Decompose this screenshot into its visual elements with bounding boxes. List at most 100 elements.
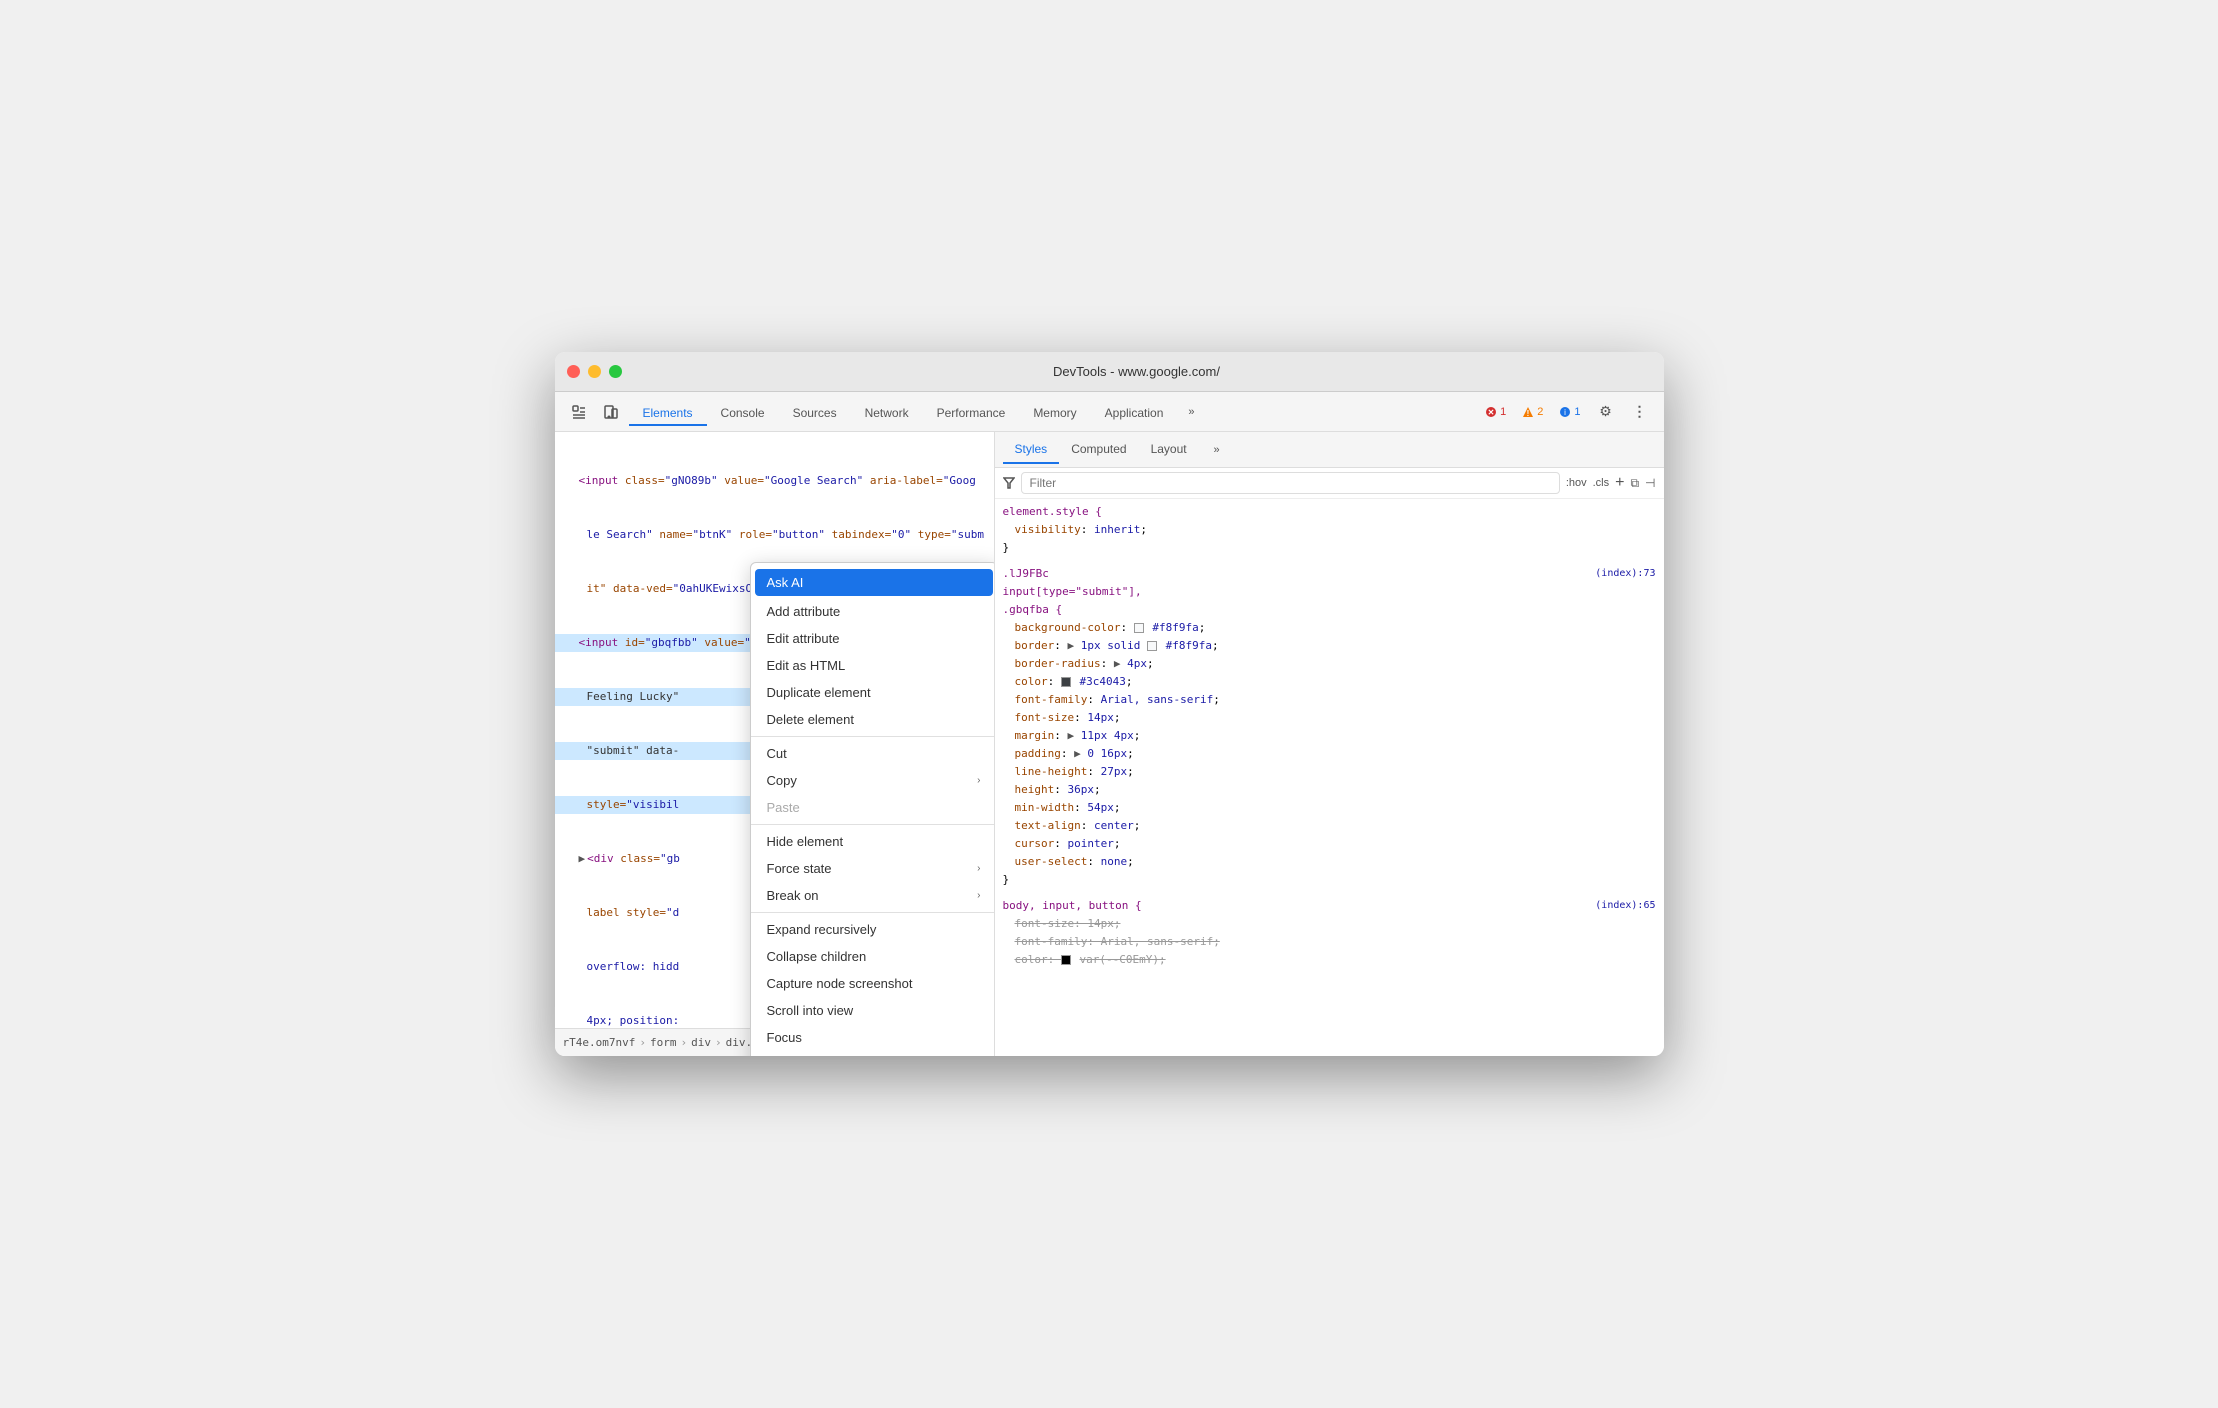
css-selector-extra2: .gbqfba { — [1003, 603, 1063, 616]
menu-item-cut[interactable]: Cut — [751, 740, 995, 767]
context-menu: Ask AI Add attribute Edit attribute Edit… — [750, 562, 995, 1056]
tab-computed[interactable]: Computed — [1059, 436, 1138, 464]
css-property: cursor: pointer; — [1015, 835, 1656, 853]
css-source[interactable]: (index):65 — [1595, 897, 1655, 915]
device-icon[interactable] — [597, 398, 625, 426]
close-button[interactable] — [567, 365, 580, 378]
svg-text:✕: ✕ — [1488, 408, 1495, 417]
toolbar-right: ✕ 1 ! 2 i 1 ⚙ ⋮ — [1480, 398, 1653, 426]
break-on-arrow: › — [977, 890, 980, 901]
css-property: color: var(--C0EmY); — [1015, 951, 1656, 969]
tab-bar: Elements Console Sources Network Perform… — [629, 398, 1477, 426]
tab-layout[interactable]: Layout — [1139, 436, 1199, 464]
svg-text:i: i — [1564, 408, 1566, 417]
css-property: font-size: 14px; — [1015, 709, 1656, 727]
breadcrumb-item[interactable]: form — [650, 1036, 677, 1049]
css-property: margin: ▶ 11px 4px; — [1015, 727, 1656, 745]
css-selector: body, input, button { — [1003, 897, 1142, 915]
menu-item-copy[interactable]: Copy › — [751, 767, 995, 794]
color-swatch[interactable] — [1147, 641, 1157, 651]
settings-icon[interactable]: ⚙ — [1592, 398, 1620, 426]
color-swatch[interactable] — [1061, 955, 1071, 965]
window-controls — [567, 365, 622, 378]
menu-item-scroll[interactable]: Scroll into view — [751, 997, 995, 1024]
css-source[interactable]: (index):73 — [1595, 565, 1655, 583]
window-title: DevTools - www.google.com/ — [622, 364, 1652, 379]
css-property: text-align: center; — [1015, 817, 1656, 835]
more-tabs-icon[interactable]: » — [1177, 398, 1205, 426]
more-options-icon[interactable]: ⋮ — [1626, 398, 1654, 426]
tab-application[interactable]: Application — [1091, 402, 1178, 426]
copy-styles-icon[interactable]: ⧉ — [1630, 476, 1639, 491]
main-content: <input class="gNO89b" value="Google Sear… — [555, 432, 1664, 1056]
menu-item-collapse[interactable]: Collapse children — [751, 943, 995, 970]
minimize-button[interactable] — [588, 365, 601, 378]
css-block: font-size: 14px; font-family: Arial, san… — [1015, 915, 1656, 969]
breadcrumb-item[interactable]: div — [691, 1036, 711, 1049]
menu-item-ask-ai[interactable]: Ask AI — [755, 569, 993, 596]
menu-item-paste: Paste — [751, 794, 995, 821]
css-property: background-color: #f8f9fa; — [1015, 619, 1656, 637]
force-state-arrow: › — [977, 863, 980, 874]
css-property: height: 36px; — [1015, 781, 1656, 799]
menu-separator — [751, 912, 995, 913]
menu-item-badge-settings[interactable]: Badge settings... — [751, 1051, 995, 1056]
code-line: le Search" name="btnK" role="button" tab… — [555, 526, 994, 544]
css-property: border-radius: ▶ 4px; — [1015, 655, 1656, 673]
devtools-window: DevTools - www.google.com/ Elements Cons… — [555, 352, 1664, 1056]
filter-input[interactable] — [1021, 472, 1560, 494]
menu-item-break-on[interactable]: Break on › — [751, 882, 995, 909]
maximize-button[interactable] — [609, 365, 622, 378]
info-badge: i 1 — [1554, 404, 1585, 420]
filter-icon — [1003, 477, 1015, 489]
css-property: font-family: Arial, sans-serif; — [1015, 933, 1656, 951]
tab-styles[interactable]: Styles — [1003, 436, 1060, 464]
code-line: <input class="gNO89b" value="Google Sear… — [555, 472, 994, 490]
css-block: visibility: inherit; — [1015, 521, 1656, 539]
menu-item-duplicate[interactable]: Duplicate element — [751, 679, 995, 706]
styles-content: element.style { visibility: inherit; } .… — [995, 499, 1664, 1056]
menu-item-edit-html[interactable]: Edit as HTML — [751, 652, 995, 679]
devtools-toolbar: Elements Console Sources Network Perform… — [555, 392, 1664, 432]
css-selector: element.style { — [1003, 505, 1102, 518]
add-style-button[interactable]: + — [1615, 474, 1624, 492]
tab-sources[interactable]: Sources — [779, 402, 851, 426]
inspect-icon[interactable] — [565, 398, 593, 426]
menu-item-edit-attribute[interactable]: Edit attribute — [751, 625, 995, 652]
breadcrumb-item[interactable]: rT4e.om7nvf — [563, 1036, 636, 1049]
more-style-tabs-icon[interactable]: » — [1203, 436, 1231, 464]
menu-item-force-state[interactable]: Force state › — [751, 855, 995, 882]
tab-elements[interactable]: Elements — [629, 402, 707, 426]
warning-badge: ! 2 — [1517, 404, 1548, 420]
toggle-sidebar-icon[interactable]: ⊣ — [1645, 476, 1655, 490]
css-property: line-height: 27px; — [1015, 763, 1656, 781]
tab-console[interactable]: Console — [707, 402, 779, 426]
css-property: min-width: 54px; — [1015, 799, 1656, 817]
menu-item-hide[interactable]: Hide element — [751, 828, 995, 855]
css-property: user-select: none; — [1015, 853, 1656, 871]
tab-network[interactable]: Network — [851, 402, 923, 426]
css-rule-element-style: element.style { visibility: inherit; } — [1003, 503, 1656, 557]
menu-item-expand[interactable]: Expand recursively — [751, 916, 995, 943]
menu-item-add-attribute[interactable]: Add attribute — [751, 598, 995, 625]
tab-performance[interactable]: Performance — [923, 402, 1020, 426]
styles-tabs: Styles Computed Layout » — [995, 432, 1664, 468]
color-swatch[interactable] — [1061, 677, 1071, 687]
styles-filter-bar: :hov .cls + ⧉ ⊣ — [995, 468, 1664, 499]
menu-item-delete[interactable]: Delete element — [751, 706, 995, 733]
css-block: background-color: #f8f9fa; border: ▶ 1px… — [1015, 619, 1656, 871]
styles-panel: Styles Computed Layout » :hov .cls + ⧉ ⊣ — [995, 432, 1664, 1056]
css-property: padding: ▶ 0 16px; — [1015, 745, 1656, 763]
css-selector: .lJ9FBc — [1003, 565, 1049, 583]
elements-panel: <input class="gNO89b" value="Google Sear… — [555, 432, 995, 1056]
title-bar: DevTools - www.google.com/ — [555, 352, 1664, 392]
css-rule-body: body, input, button { (index):65 font-si… — [1003, 897, 1656, 969]
cls-toggle[interactable]: .cls — [1593, 477, 1610, 489]
css-property: visibility: inherit; — [1015, 521, 1656, 539]
color-swatch[interactable] — [1134, 623, 1144, 633]
css-selector-extra: input[type="submit"], — [1003, 585, 1142, 598]
tab-memory[interactable]: Memory — [1019, 402, 1090, 426]
menu-item-focus[interactable]: Focus — [751, 1024, 995, 1051]
hov-toggle[interactable]: :hov — [1566, 477, 1587, 489]
menu-item-screenshot[interactable]: Capture node screenshot — [751, 970, 995, 997]
